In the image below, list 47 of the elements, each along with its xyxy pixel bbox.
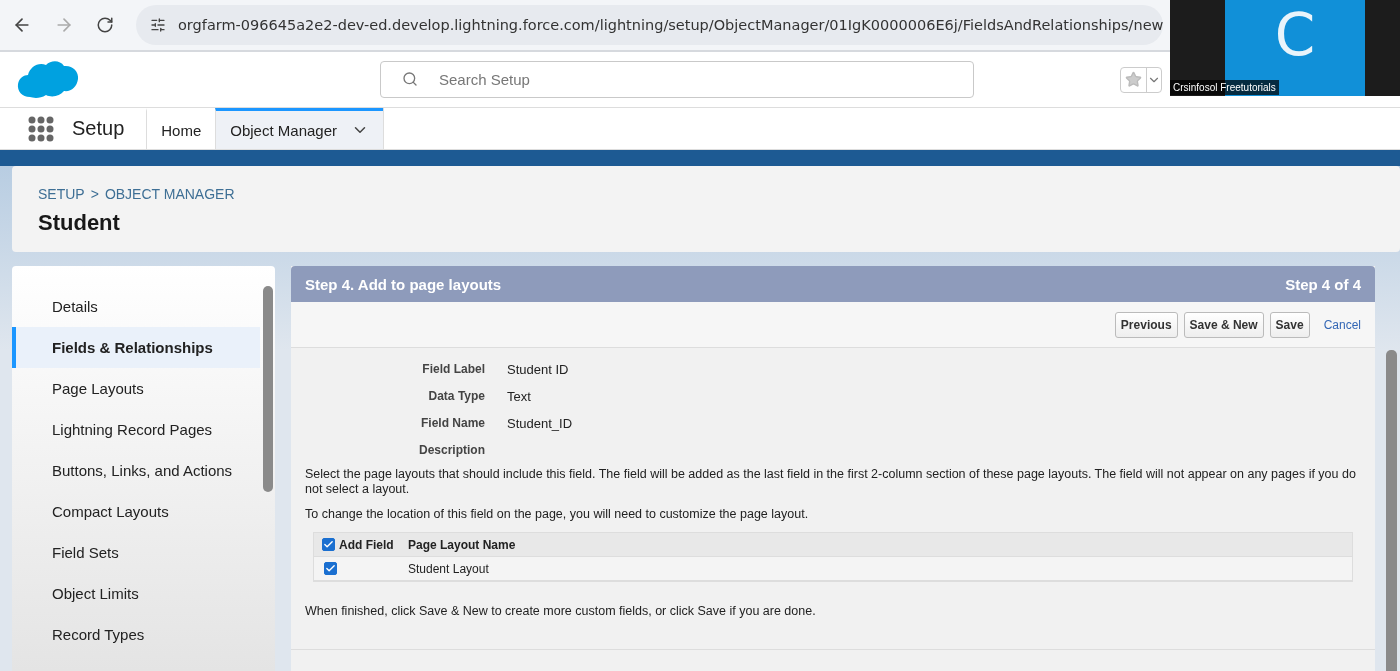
field-label: Field Name	[419, 416, 485, 431]
search-icon	[402, 71, 418, 87]
field-label: Description	[418, 443, 485, 457]
sidebar-item[interactable]: Object Limits	[12, 573, 260, 614]
address-bar[interactable]: orgfarm-096645a2e2-dev-ed.develop.lightning.force.com/lightning/setup/ObjectManager/01IgK0000006E6j/FieldsAndRelationships/new	[136, 5, 1164, 45]
table-cell-text: Student Layout	[407, 561, 489, 576]
instructions-text: Select the page layouts that should include this field. The field will be added as the last field in the first 2-column section of these page layouts. The field will not appear on any pages if you do not select a layout.	[305, 467, 1357, 497]
app-name: Setup	[72, 117, 125, 140]
field-value: Student ID	[507, 362, 570, 377]
step-title: Step 4. Add to page layouts	[305, 275, 502, 293]
checkbox[interactable]	[322, 538, 335, 551]
breadcrumb-link[interactable]: OBJECT MANAGER	[104, 186, 235, 202]
step-counter: Step 4 of 4	[1285, 275, 1361, 293]
note-text: To change the location of this field on the page, you will need to customize the page layout.	[305, 507, 810, 522]
action-button[interactable]: Previous	[1114, 311, 1178, 338]
action-button[interactable]: Save & New	[1183, 311, 1264, 338]
sidebar-item[interactable]: Fields & Relationships	[12, 327, 260, 368]
sidebar-item[interactable]: Compact Layouts	[12, 491, 260, 532]
app-launcher-icon[interactable]	[28, 115, 54, 142]
column-header[interactable]: Add Field	[314, 537, 400, 552]
column-header: Page Layout Name	[407, 537, 516, 552]
breadcrumb-separator: >	[90, 186, 99, 202]
reload-icon[interactable]	[96, 16, 114, 34]
scrollbar-thumb[interactable]	[263, 286, 273, 492]
sidebar-item[interactable]: Record Types	[12, 614, 260, 655]
sidebar-item[interactable]: Details	[12, 286, 260, 327]
page-title: Student	[38, 210, 121, 236]
sidebar-item[interactable]: Buttons, Links, and Actions	[12, 450, 260, 491]
action-button[interactable]: Save	[1269, 311, 1310, 338]
avatar-initial: C	[1274, 0, 1316, 71]
cancel-link[interactable]: Cancel	[1323, 317, 1361, 332]
field-value: Student_ID	[507, 416, 574, 431]
participant-name: Crsinfosol Freetutorials	[1170, 80, 1279, 95]
caret-icon	[1146, 67, 1161, 92]
checkbox[interactable]	[324, 562, 337, 575]
sidebar-item[interactable]: Page Layouts	[12, 368, 260, 409]
finish-text: When finished, click Save & New to create more custom fields, or click Save if you are done.	[305, 604, 817, 619]
scrollbar-thumb[interactable]	[1386, 350, 1397, 671]
field-value: Text	[507, 389, 532, 404]
field-label: Data Type	[427, 389, 485, 404]
field-label: Field Label	[421, 362, 485, 377]
site-settings-icon[interactable]	[150, 17, 166, 33]
sidebar-item[interactable]: Field Sets	[12, 532, 260, 573]
search-field[interactable]: Search Setup	[380, 61, 974, 98]
breadcrumb-link[interactable]: SETUP	[38, 186, 85, 202]
nav-tab[interactable]: Object Manager	[215, 108, 383, 149]
sidebar-item[interactable]: Lightning Record Pages	[12, 409, 260, 450]
